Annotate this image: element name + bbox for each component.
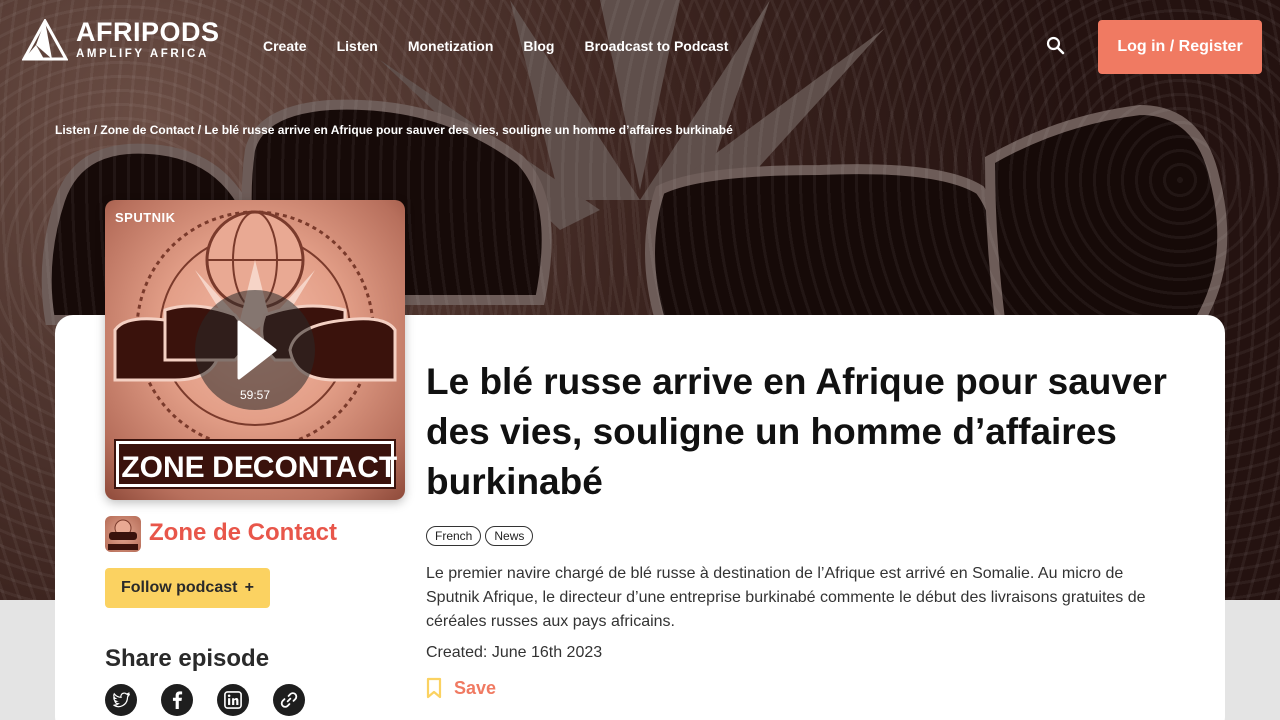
podcast-avatar-image — [108, 519, 138, 550]
follow-podcast-button[interactable]: Follow podcast + — [105, 568, 270, 608]
main-nav: Create Listen Monetization Blog Broadcas… — [263, 38, 758, 54]
twitter-share-button[interactable] — [105, 684, 137, 716]
nav-broadcast-to-podcast[interactable]: Broadcast to Podcast — [584, 38, 728, 54]
afripods-logo[interactable]: AFRIPODS AMPLIFY AFRICA — [22, 19, 220, 61]
save-label: Save — [454, 677, 497, 698]
cover-title-word-1: ZONE — [121, 451, 204, 484]
bookmark-icon — [426, 677, 442, 699]
podcast-name-link[interactable]: Zone de Contact — [149, 519, 337, 547]
breadcrumb-current: Le blé russe arrive en Afrique pour sauv… — [204, 123, 733, 137]
search-icon — [1046, 36, 1065, 55]
tag-category[interactable]: News — [485, 526, 534, 546]
facebook-icon — [172, 691, 183, 709]
episode-duration: 59:57 — [239, 388, 271, 402]
link-icon — [280, 692, 298, 708]
linkedin-icon — [224, 691, 242, 709]
logo-name: AFRIPODS — [76, 17, 220, 48]
twitter-icon — [113, 692, 130, 708]
breadcrumb-listen[interactable]: Listen — [55, 123, 90, 137]
linkedin-share-button[interactable] — [217, 684, 249, 716]
afripods-logo-icon — [22, 19, 68, 61]
search-button[interactable] — [1044, 34, 1068, 58]
breadcrumb-separator: / — [93, 123, 98, 137]
share-episode-heading: Share episode — [105, 645, 270, 672]
login-register-button[interactable]: Log in / Register — [1098, 20, 1262, 74]
site-header: AFRIPODS AMPLIFY AFRICA Create Listen Mo… — [0, 0, 1280, 92]
nav-monetization[interactable]: Monetization — [408, 38, 494, 54]
copy-link-button[interactable] — [273, 684, 305, 716]
breadcrumb-podcast[interactable]: Zone de Contact — [100, 123, 194, 137]
tag-language[interactable]: French — [426, 526, 482, 546]
podcast-avatar[interactable] — [105, 516, 141, 552]
breadcrumb-separator: / — [197, 123, 202, 137]
share-icons — [105, 684, 329, 716]
episode-created-date: Created: June 16th 2023 — [426, 644, 603, 661]
facebook-share-button[interactable] — [161, 684, 193, 716]
nav-create[interactable]: Create — [263, 38, 307, 54]
nav-listen[interactable]: Listen — [337, 38, 378, 54]
cover-brand-label: SPUTNIK — [115, 210, 176, 225]
episode-tags: French News — [426, 526, 537, 546]
nav-blog[interactable]: Blog — [523, 38, 554, 54]
follow-podcast-label: Follow podcast — [121, 579, 238, 596]
logo-tagline: AMPLIFY AFRICA — [76, 48, 209, 61]
play-icon — [237, 320, 277, 380]
plus-icon: + — [244, 579, 254, 596]
cover-title-word-2: DE — [212, 451, 254, 484]
breadcrumb: Listen / Zone de Contact / Le blé russe … — [55, 123, 733, 137]
episode-description: Le premier navire chargé de blé russe à … — [426, 565, 1146, 630]
save-episode-button[interactable]: Save — [426, 677, 496, 699]
episode-title: Le blé russe arrive en Afrique pour sauv… — [426, 361, 1167, 502]
cover-title-word-3: CONTACT — [253, 451, 397, 484]
